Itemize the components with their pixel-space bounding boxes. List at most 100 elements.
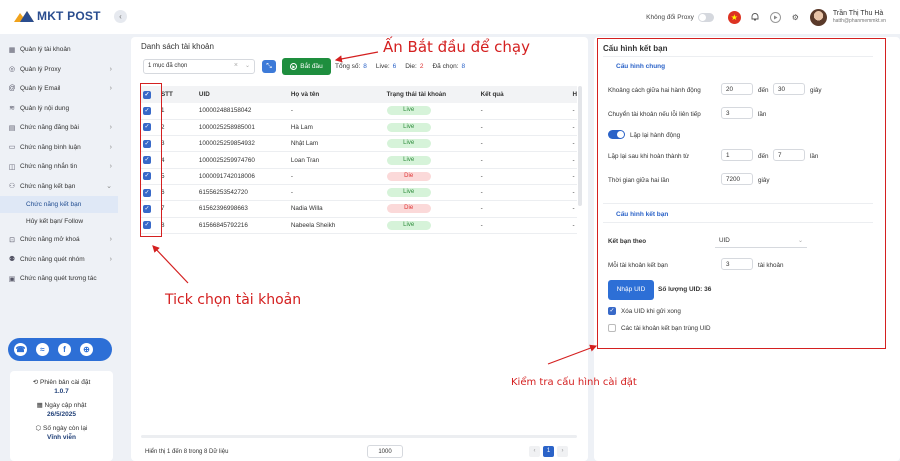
app-logo[interactable]: MKT POST bbox=[14, 9, 101, 23]
user-name: Trần Thị Thu Hà bbox=[832, 9, 884, 17]
column-header[interactable]: Kết quả bbox=[478, 86, 571, 103]
table-header: ✓ STT UID Họ và tên Trạng thái tài khoản… bbox=[141, 86, 577, 103]
version-value: 1.0.7 bbox=[54, 388, 69, 395]
days-label: ⬡ Số ngày còn lại bbox=[10, 424, 113, 432]
sidebar-item-unlock[interactable]: ⊡ Chức năng mở khoá › bbox=[0, 230, 122, 250]
chevron-down-icon: ⌄ bbox=[106, 183, 112, 191]
sidebar-item-scan-group[interactable]: ⚉ Chức năng quét nhóm › bbox=[0, 250, 122, 270]
sidebar-item-post[interactable]: ▤ Chức năng đăng bài › bbox=[0, 118, 122, 138]
sidebar-item-accounts[interactable]: ▦ Quản lý tài khoản bbox=[0, 40, 122, 60]
status-cell: Live bbox=[384, 217, 479, 234]
sidebar-item-content[interactable]: ≋ Quản lý nội dung bbox=[0, 99, 122, 119]
status-badge: Live bbox=[386, 106, 431, 116]
support-icon[interactable]: ☎ bbox=[14, 343, 27, 356]
sidebar-subitem-unfriend[interactable]: Hủy kết bạn/ Follow bbox=[0, 213, 118, 230]
collapse-sidebar-button[interactable]: ‹ bbox=[114, 10, 127, 23]
version-label: ⟲ Phiên bản cài đặt bbox=[10, 378, 113, 386]
result-cell: - bbox=[478, 119, 571, 137]
column-header[interactable]: H bbox=[570, 86, 577, 103]
days-label-text: Số ngày còn lại bbox=[43, 425, 88, 432]
sidebar-subitem-add-friend[interactable]: Chức năng kết bạn bbox=[0, 196, 118, 213]
play-icon[interactable] bbox=[769, 11, 781, 23]
sidebar-item-message[interactable]: ◫ Chức năng nhắn tin › bbox=[0, 157, 122, 177]
uid-cell: 1000091742018006 bbox=[196, 168, 289, 185]
column-header[interactable]: Họ và tên bbox=[288, 86, 385, 103]
status-cell: Live bbox=[384, 151, 479, 169]
status-badge: Live bbox=[386, 188, 431, 198]
user-info[interactable]: Trần Thị Thu Hà hatth@phanmemmkt.vn bbox=[833, 10, 886, 25]
stat-total: Tổng số: 8 bbox=[335, 63, 367, 70]
name-cell: Nadia Willa bbox=[288, 200, 385, 218]
globe-icon: ◎ bbox=[8, 66, 16, 74]
facebook-icon[interactable]: f bbox=[58, 343, 71, 356]
name-cell: Hà Lam bbox=[288, 119, 385, 137]
status-cell: Live bbox=[384, 119, 479, 137]
column-header[interactable]: STT bbox=[158, 86, 197, 103]
account-table: ✓ STT UID Họ và tên Trạng thái tài khoản… bbox=[141, 86, 577, 234]
stt-cell: 6 bbox=[158, 184, 197, 202]
sidebar-item-friend[interactable]: ⚇ Chức năng kết bạn ⌄ bbox=[0, 177, 122, 197]
proxy-toggle[interactable] bbox=[697, 12, 714, 22]
sidebar-item-scan-interaction[interactable]: ▣ Chức năng quét tương tác bbox=[0, 269, 122, 289]
sidebar-subitem-label: Chức năng kết bạn bbox=[26, 201, 82, 208]
account-select[interactable]: 1 mục đã chọn × ⌄ bbox=[143, 59, 255, 74]
clear-icon[interactable]: × bbox=[234, 62, 238, 69]
pagination: ‹ 1 › bbox=[529, 446, 568, 457]
name-cell: - bbox=[288, 103, 385, 120]
table-row[interactable]: ✓ 3 1000025259854932 Nhật Lam Live - - bbox=[141, 135, 577, 153]
start-button[interactable]: ▶ Bắt đầu bbox=[282, 58, 331, 75]
table-row[interactable]: ✓ 6 61556253542720- Live - - bbox=[141, 184, 577, 202]
prev-page-button[interactable]: ‹ bbox=[529, 446, 540, 457]
sidebar-item-label: Chức năng quét tương tác bbox=[20, 275, 97, 283]
update-info: ▦ Ngày cập nhật 26/5/2025 bbox=[10, 401, 113, 418]
globe-icon[interactable]: ⊕ bbox=[80, 343, 93, 356]
horizontal-scrollbar[interactable] bbox=[141, 435, 577, 438]
table-row[interactable]: ✓ 4 1000025259974760 Loan Tran Live - - bbox=[141, 151, 577, 169]
uid-cell: 1000025259974760 bbox=[196, 151, 289, 169]
version-info-card: ⟲ Phiên bản cài đặt 1.0.7 ▦ Ngày cập nhậ… bbox=[10, 371, 113, 461]
table-row[interactable]: ✓ 1 100002488158042- Live - - bbox=[141, 103, 577, 120]
page-button[interactable]: 1 bbox=[543, 446, 554, 457]
top-bar: MKT POST ‹ Không đổi Proxy ★ ⚙ Trần Thị … bbox=[0, 0, 900, 34]
status-cell: Live bbox=[384, 103, 479, 120]
status-badge: Die bbox=[386, 171, 431, 181]
column-header[interactable]: Trạng thái tài khoản bbox=[384, 86, 479, 103]
sidebar-item-proxy[interactable]: ◎ Quản lý Proxy › bbox=[0, 60, 122, 80]
stt-cell: 4 bbox=[158, 151, 197, 169]
avatar[interactable] bbox=[809, 8, 827, 26]
chevron-right-icon: › bbox=[109, 163, 112, 171]
group-icon: ⚉ bbox=[8, 256, 16, 264]
version-icon: ⟲ bbox=[32, 379, 41, 386]
sidebar-item-comment[interactable]: ▭ Chức năng bình luận › bbox=[0, 138, 122, 158]
next-page-button[interactable]: › bbox=[557, 446, 568, 457]
days-value: Vĩnh viễn bbox=[47, 434, 76, 441]
filter-button[interactable]: ⤡ bbox=[262, 60, 276, 73]
h-cell: - bbox=[570, 103, 577, 120]
table-row[interactable]: ✓ 5 1000091742018006- Die - - bbox=[141, 168, 577, 185]
vietnam-flag-icon[interactable]: ★ bbox=[727, 10, 741, 24]
sidebar-item-label: Quản lý Proxy bbox=[20, 65, 61, 73]
gear-icon[interactable]: ⚙ bbox=[789, 11, 802, 24]
sidebar-item-label: Chức năng quét nhóm bbox=[20, 255, 85, 263]
page-size-select[interactable]: 1000 bbox=[367, 445, 403, 458]
table-footer-info: Hiển thị 1 đến 8 trong 8 Dữ liệu bbox=[145, 449, 229, 455]
sidebar-item-email[interactable]: @ Quản lý Email › bbox=[0, 79, 122, 99]
sidebar: ▦ Quản lý tài khoản ◎ Quản lý Proxy › @ Quản… bbox=[0, 40, 122, 289]
days-info: ⬡ Số ngày còn lại Vĩnh viễn bbox=[10, 424, 113, 441]
chevron-down-icon: ⌄ bbox=[244, 63, 250, 69]
update-label: ▦ Ngày cập nhật bbox=[10, 401, 113, 409]
status-cell: Die bbox=[384, 200, 479, 218]
table-row[interactable]: ✓ 7 61562396998663 Nadia Willa Die - - bbox=[141, 200, 577, 218]
column-header[interactable]: UID bbox=[196, 86, 289, 103]
vertical-scrollbar[interactable] bbox=[578, 86, 582, 206]
chevron-right-icon: › bbox=[109, 65, 112, 73]
messenger-icon[interactable]: ≈ bbox=[36, 343, 49, 356]
bell-icon[interactable] bbox=[749, 11, 762, 24]
comment-icon: ▭ bbox=[8, 144, 16, 152]
table-row[interactable]: ✓ 2 1000025258985001 Hà Lam Live - - bbox=[141, 119, 577, 137]
update-label-text: Ngày cập nhật bbox=[44, 402, 87, 409]
name-cell: Nhật Lam bbox=[288, 135, 385, 153]
stat-total-label: Tổng số: bbox=[335, 63, 361, 70]
table-row[interactable]: ✓ 8 61566845792216 Nabeela Sheikh Live - - bbox=[141, 217, 577, 234]
account-stats: Tổng số: 8 Live: 6 Die: 2 Đã chọn: 8 bbox=[335, 63, 465, 70]
